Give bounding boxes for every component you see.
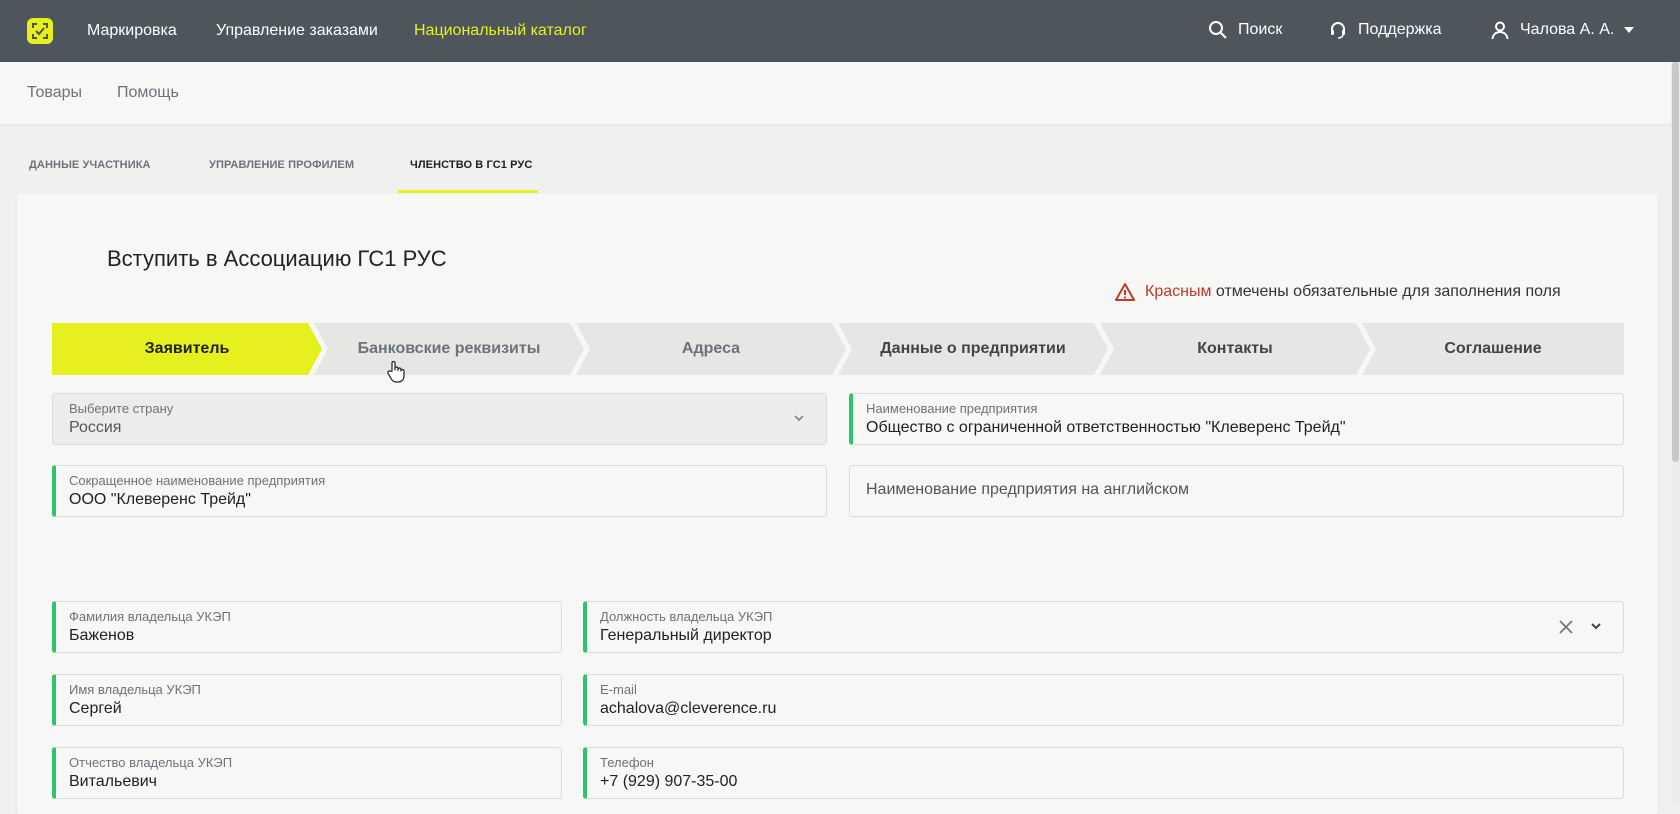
caret-down-icon (1624, 27, 1635, 33)
page-title: Вступить в Ассоциацию ГС1 РУС (107, 246, 447, 271)
top-navigation-bar: Маркировка Управление заказами Националь… (0, 0, 1680, 62)
user-icon (1491, 21, 1509, 40)
tab-gs1-membership[interactable]: ЧЛЕНСТВО В ГС1 РУС (410, 159, 532, 171)
clear-icon[interactable] (1558, 619, 1574, 635)
short-name-value: ООО "Клеверенс Трейд" (69, 491, 251, 508)
search-button[interactable]: Поиск (1208, 20, 1282, 40)
subnav-item-products[interactable]: Товары (27, 84, 82, 102)
tab-participant-data[interactable]: ДАННЫЕ УЧАСТНИКА (29, 159, 151, 171)
support-label: Поддержка (1358, 21, 1442, 38)
step-addresses[interactable]: Адреса (576, 323, 846, 375)
company-name-en-placeholder: Наименование предприятия на английском (866, 481, 1190, 498)
required-note-text: отмечены обязательные для заполнения пол… (1215, 283, 1561, 300)
active-tab-indicator (398, 190, 538, 193)
email-label: E-mail (600, 682, 637, 697)
first-name-value: Сергей (69, 700, 122, 717)
headset-icon (1331, 22, 1345, 39)
search-label: Поиск (1238, 21, 1283, 38)
position-value: Генеральный директор (600, 627, 772, 644)
email-value: achalova@cleverence.ru (600, 700, 777, 717)
first-name-label: Имя владельца УКЭП (69, 682, 201, 697)
country-label: Выберите страну (69, 401, 174, 416)
required-fields-note: Красным отмечены обязательные для заполн… (1115, 283, 1561, 301)
short-name-field[interactable]: Сокращенное наименование предприятия ООО… (52, 465, 827, 517)
email-field[interactable]: E-mail achalova@cleverence.ru (583, 674, 1624, 726)
position-label: Должность владельца УКЭП (600, 609, 773, 624)
required-note-red: Красным (1145, 283, 1212, 300)
support-button[interactable]: Поддержка (1328, 20, 1441, 40)
step-contacts[interactable]: Контакты (1100, 323, 1370, 375)
chevron-down-icon[interactable] (1590, 620, 1602, 632)
surname-field[interactable]: Фамилия владельца УКЭП Баженов (52, 601, 562, 653)
topnav-item-order-management[interactable]: Управление заказами (216, 22, 378, 40)
tab-profile-management[interactable]: УПРАВЛЕНИЕ ПРОФИЛЕМ (209, 159, 354, 171)
page-scrollbar[interactable] (1671, 62, 1680, 804)
step-agreement[interactable]: Соглашение (1362, 323, 1624, 375)
form-stepper: Заявитель Банковские реквизиты Адреса Да… (52, 323, 1624, 375)
logo-icon[interactable] (27, 18, 53, 44)
search-icon (1209, 21, 1227, 39)
patronymic-value: Витальевич (69, 773, 157, 790)
secondary-navigation-bar: Товары Помощь (0, 62, 1680, 124)
phone-label: Телефон (600, 755, 654, 770)
phone-field[interactable]: Телефон +7 (929) 907-35-00 (583, 747, 1624, 799)
company-name-value: Общество с ограниченной ответственностью… (866, 419, 1346, 436)
position-select[interactable]: Должность владельца УКЭП Генеральный дир… (583, 601, 1624, 653)
chevron-down-icon[interactable] (793, 412, 805, 424)
surname-value: Баженов (69, 627, 135, 644)
patronymic-label: Отчество владельца УКЭП (69, 755, 233, 770)
subnav-item-help[interactable]: Помощь (117, 84, 179, 102)
topnav-item-national-catalog[interactable]: Национальный каталог (414, 22, 587, 40)
country-value: Россия (69, 419, 122, 436)
company-name-field[interactable]: Наименование предприятия Общество с огра… (849, 393, 1624, 445)
warning-icon (1115, 283, 1135, 301)
short-name-label: Сокращенное наименование предприятия (69, 473, 326, 488)
topnav-item-marking[interactable]: Маркировка (87, 22, 177, 40)
company-name-label: Наименование предприятия (866, 401, 1038, 416)
scrollbar-thumb[interactable] (1672, 62, 1679, 462)
hand-cursor-icon (387, 360, 405, 383)
country-select[interactable]: Выберите страну Россия (52, 393, 827, 445)
phone-value: +7 (929) 907-35-00 (600, 773, 738, 790)
patronymic-field[interactable]: Отчество владельца УКЭП Витальевич (52, 747, 562, 799)
step-bank-details[interactable]: Банковские реквизиты (314, 323, 584, 375)
step-company-data[interactable]: Данные о предприятии (838, 323, 1108, 375)
step-applicant[interactable]: Заявитель (52, 323, 322, 375)
first-name-field[interactable]: Имя владельца УКЭП Сергей (52, 674, 562, 726)
user-name: Чалова А. А. (1520, 21, 1615, 38)
user-menu[interactable]: Чалова А. А. (1490, 20, 1635, 40)
surname-label: Фамилия владельца УКЭП (69, 609, 231, 624)
company-name-en-field[interactable]: Наименование предприятия на английском (849, 465, 1624, 517)
